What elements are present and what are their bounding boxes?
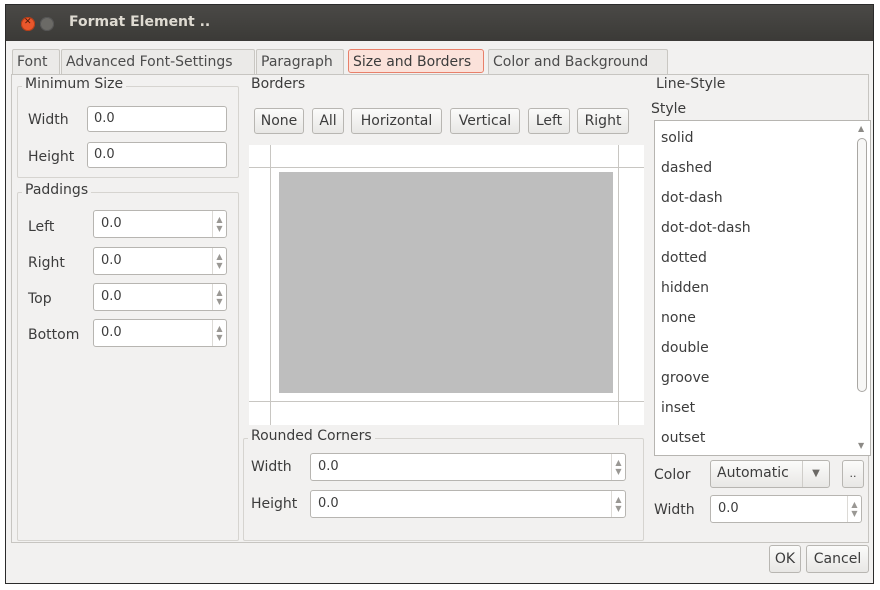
line-width-label: Width (654, 502, 695, 518)
border-all-button[interactable]: All (312, 108, 344, 134)
padding-top-value: 0.0 (101, 289, 122, 304)
list-item[interactable]: dot-dot-dash (661, 220, 751, 236)
preview-content-box (279, 172, 613, 393)
scroll-down-icon[interactable]: ▼ (858, 441, 864, 450)
padding-right-label: Right (28, 255, 65, 271)
rounded-width-spinbox[interactable]: 0.0 ▲ ▼ (310, 453, 626, 481)
min-height-label: Height (28, 149, 75, 165)
color-combobox[interactable]: Automatic ▼ (710, 460, 830, 488)
border-horizontal-button[interactable]: Horizontal (351, 108, 442, 134)
border-none-button[interactable]: None (254, 108, 304, 134)
min-width-label: Width (28, 112, 69, 128)
line-style-list[interactable]: solid dashed dot-dash dot-dot-dash dotte… (654, 120, 871, 456)
tab-color-and-background[interactable]: Color and Background (488, 49, 668, 74)
spinner-arrows-icon[interactable]: ▲ ▼ (212, 320, 226, 346)
list-item[interactable]: none (661, 310, 696, 326)
style-label: Style (651, 101, 687, 117)
tab-paragraph[interactable]: Paragraph (256, 49, 344, 74)
min-width-input[interactable]: 0.0 (87, 106, 227, 132)
list-item[interactable]: outset (661, 430, 705, 446)
tab-advanced-font-settings[interactable]: Advanced Font-Settings (61, 49, 255, 74)
min-height-input[interactable]: 0.0 (87, 142, 227, 168)
title-bar: Format Element .. (6, 5, 873, 41)
spinner-arrows-icon[interactable]: ▲ ▼ (611, 454, 625, 480)
spinner-arrows-icon[interactable]: ▲ ▼ (212, 284, 226, 310)
padding-left-spinbox[interactable]: 0.0 ▲ ▼ (93, 210, 227, 238)
cancel-button[interactable]: Cancel (806, 545, 869, 573)
line-style-title: Line-Style (653, 76, 729, 92)
color-label: Color (654, 467, 691, 483)
border-left-button[interactable]: Left (528, 108, 570, 134)
padding-left-label: Left (28, 219, 55, 235)
border-vertical-button[interactable]: Vertical (450, 108, 520, 134)
minimize-icon[interactable] (40, 17, 54, 31)
rounded-height-value: 0.0 (318, 496, 339, 511)
color-combobox-value: Automatic (717, 465, 789, 481)
list-item[interactable]: dotted (661, 250, 707, 266)
paddings-title: Paddings (22, 182, 92, 198)
border-right-button[interactable]: Right (577, 108, 629, 134)
padding-top-spinbox[interactable]: 0.0 ▲ ▼ (93, 283, 227, 311)
chevron-down-icon[interactable]: ▼ (802, 461, 829, 487)
close-icon[interactable] (21, 17, 35, 31)
list-item[interactable]: double (661, 340, 709, 356)
padding-top-label: Top (28, 291, 52, 307)
spinner-arrows-icon[interactable]: ▲ ▼ (847, 496, 861, 522)
list-item[interactable]: hidden (661, 280, 709, 296)
list-item[interactable]: groove (661, 370, 709, 386)
borders-title: Borders (248, 76, 309, 92)
preview-right-line (618, 145, 619, 425)
list-item[interactable]: dot-dash (661, 190, 723, 206)
rounded-corners-title: Rounded Corners (248, 428, 375, 444)
list-item[interactable]: inset (661, 400, 695, 416)
border-preview[interactable] (249, 145, 644, 425)
paddings-group: Paddings (17, 182, 239, 541)
list-item[interactable]: solid (661, 130, 694, 146)
color-picker-button[interactable]: .. (842, 460, 864, 488)
preview-bottom-line (249, 401, 644, 402)
rounded-height-spinbox[interactable]: 0.0 ▲ ▼ (310, 490, 626, 518)
tab-font[interactable]: Font (12, 49, 60, 74)
list-scrollbar[interactable]: ▲ ▼ (854, 121, 870, 455)
preview-left-line (270, 145, 271, 425)
padding-right-spinbox[interactable]: 0.0 ▲ ▼ (93, 247, 227, 275)
window-title: Format Element .. (69, 14, 211, 30)
ok-button[interactable]: OK (769, 545, 801, 573)
rounded-width-label: Width (251, 459, 292, 475)
line-width-value: 0.0 (718, 501, 739, 516)
tab-size-and-borders[interactable]: Size and Borders (348, 49, 484, 73)
padding-bottom-spinbox[interactable]: 0.0 ▲ ▼ (93, 319, 227, 347)
line-width-spinbox[interactable]: 0.0 ▲ ▼ (710, 495, 862, 523)
rounded-width-value: 0.0 (318, 459, 339, 474)
spinner-arrows-icon[interactable]: ▲ ▼ (611, 491, 625, 517)
list-item[interactable]: dashed (661, 160, 712, 176)
padding-right-value: 0.0 (101, 253, 122, 268)
padding-left-value: 0.0 (101, 216, 122, 231)
rounded-height-label: Height (251, 496, 298, 512)
format-element-dialog: Format Element .. Font Advanced Font-Set… (5, 4, 874, 584)
padding-bottom-value: 0.0 (101, 325, 122, 340)
spinner-arrows-icon[interactable]: ▲ ▼ (212, 248, 226, 274)
preview-top-line (249, 167, 644, 168)
padding-bottom-label: Bottom (28, 327, 80, 343)
scrollbar-thumb[interactable] (857, 138, 867, 392)
minimum-size-title: Minimum Size (22, 76, 127, 92)
scroll-up-icon[interactable]: ▲ (858, 124, 864, 133)
spinner-arrows-icon[interactable]: ▲ ▼ (212, 211, 226, 237)
